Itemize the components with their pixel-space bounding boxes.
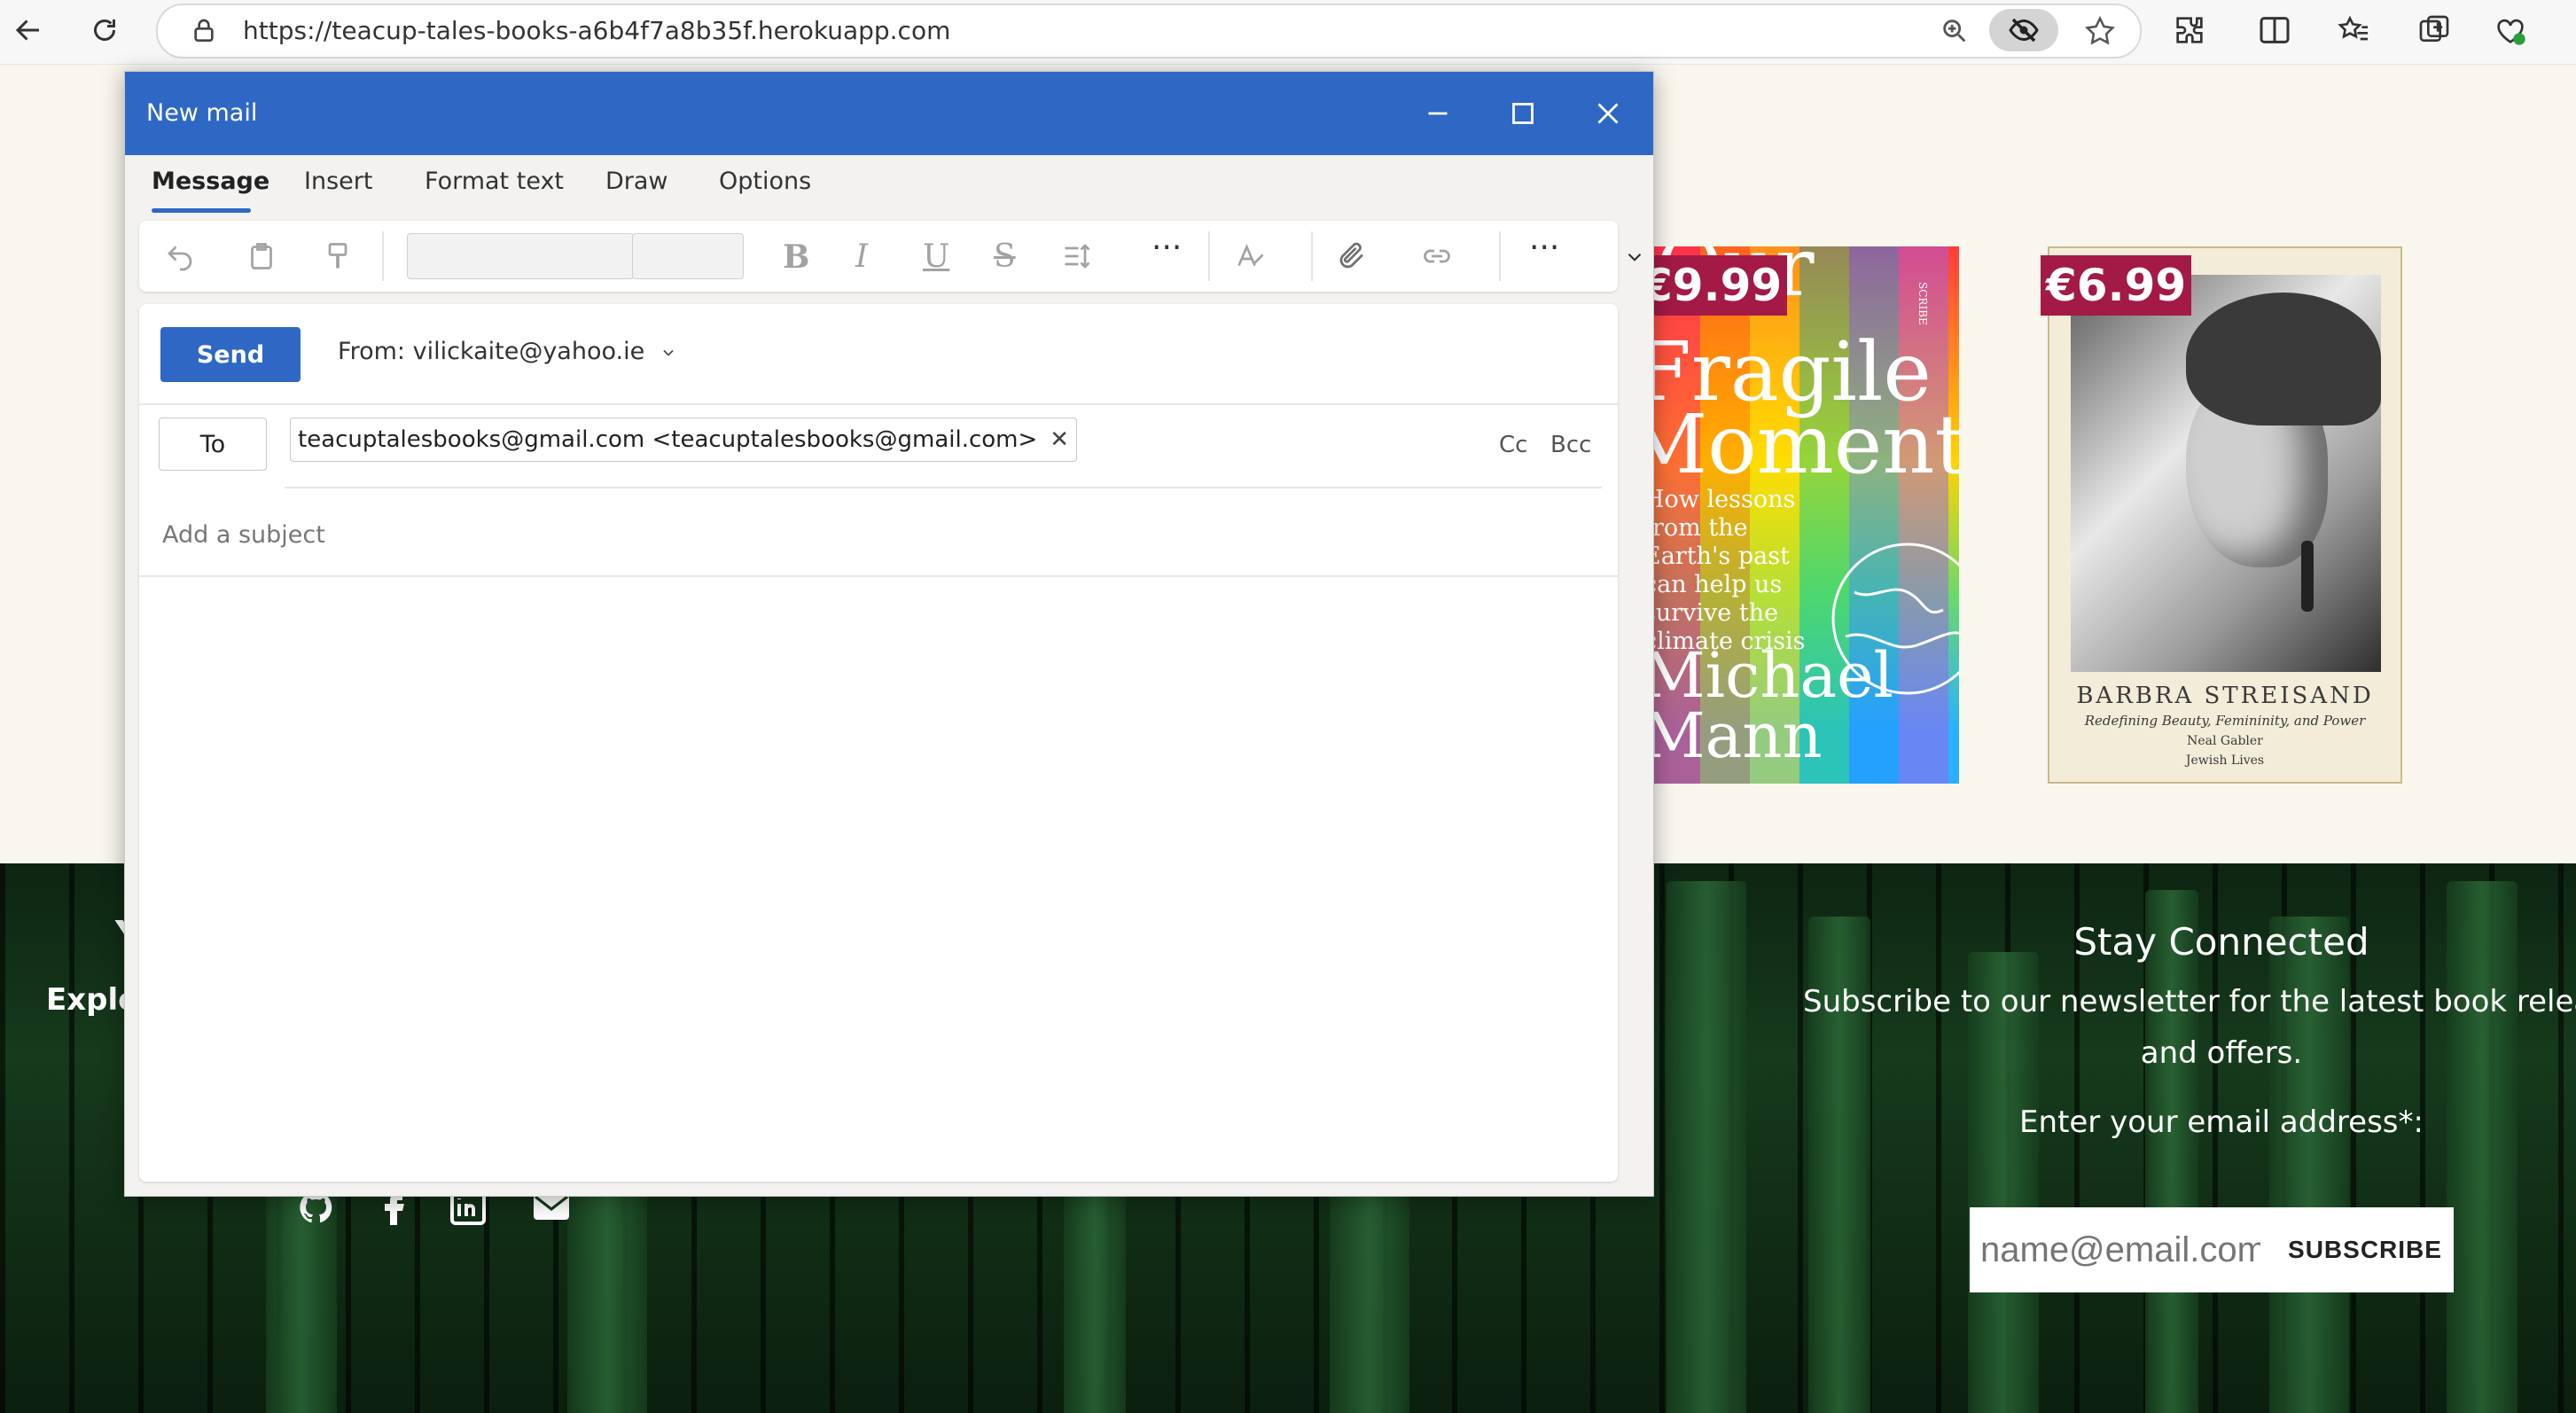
book-title: BARBRA STREISAND — [2076, 683, 2374, 709]
subscribe-button[interactable]: SUBSCRIBE — [2276, 1207, 2454, 1292]
extensions-icon[interactable] — [2172, 12, 2207, 48]
format-painter-icon[interactable] — [322, 240, 354, 272]
book-subtitle: Redefining Beauty, Femininity, and Power — [2084, 713, 2366, 729]
close-icon[interactable] — [1589, 95, 1627, 132]
tab-draw[interactable]: Draw — [605, 168, 668, 195]
attach-icon[interactable] — [1336, 240, 1368, 272]
mail-window-title: New mail — [146, 99, 258, 127]
send-button[interactable]: Send — [160, 327, 301, 382]
back-icon[interactable] — [9, 11, 48, 50]
ribbon-tabs: Message Insert Format text Draw Options — [125, 155, 1653, 217]
more-options-icon[interactable]: ··· — [1151, 230, 1182, 266]
favorites-icon[interactable] — [2337, 12, 2372, 48]
newsletter-email-input[interactable] — [1970, 1207, 2271, 1292]
portrait-image — [2071, 275, 2381, 672]
subject-input[interactable] — [160, 520, 1582, 550]
new-mail-window: New mail Message Insert Format text Draw… — [124, 71, 1654, 1197]
font-size-select[interactable] — [632, 233, 744, 279]
book-title-line: Moment — [1651, 397, 1959, 492]
bold-icon[interactable]: B — [783, 238, 809, 276]
italic-icon[interactable]: I — [855, 238, 868, 275]
book-subtitle: How lessons from the Earth's past can he… — [1651, 486, 1806, 655]
browser-essentials-icon[interactable] — [2493, 12, 2528, 48]
zoom-icon[interactable] — [1940, 16, 1970, 46]
stay-connected-heading: Stay Connected — [2073, 920, 2369, 964]
browser-toolbar: https://teacup-tales-books-a6b4f7a8b35f.… — [0, 0, 2576, 65]
font-family-select[interactable] — [407, 233, 634, 279]
minimize-icon[interactable] — [1419, 95, 1456, 132]
price-badge: €6.99 — [2041, 255, 2192, 316]
tracking-prevention-icon[interactable] — [1989, 9, 2058, 51]
lock-icon[interactable] — [190, 17, 218, 45]
tab-options[interactable]: Options — [719, 168, 811, 195]
from-label: From: — [338, 338, 405, 365]
from-address: vilickaite@yahoo.ie — [412, 338, 645, 365]
recipient-address: teacuptalesbooks@gmail.com <teacuptalesb… — [298, 426, 1038, 453]
tab-insert[interactable]: Insert — [304, 168, 372, 195]
tab-format-text[interactable]: Format text — [425, 168, 564, 195]
underline-icon[interactable]: U — [923, 238, 949, 275]
book-author: Michael Mann — [1651, 639, 1893, 772]
mail-title-bar[interactable]: New mail — [125, 72, 1653, 155]
refresh-icon[interactable] — [85, 11, 124, 50]
address-bar[interactable]: https://teacup-tales-books-a6b4f7a8b35f.… — [156, 4, 2142, 59]
link-icon[interactable] — [1421, 240, 1453, 272]
newsletter-text: and offers. — [2140, 1035, 2303, 1071]
formatting-ribbon: B I U S ··· ··· — [139, 221, 1618, 292]
book-cover-our-fragile-moment[interactable]: Our Fragile Moment How lessons from the … — [1651, 246, 1959, 784]
cc-button[interactable]: Cc — [1499, 432, 1527, 458]
recipient-chip[interactable]: teacuptalesbooks@gmail.com <teacuptalesb… — [290, 418, 1078, 462]
strikethrough-icon[interactable]: S — [994, 238, 1016, 275]
favorite-star-icon[interactable] — [2083, 14, 2117, 48]
price-badge: €9.99 — [1636, 255, 1788, 316]
newsletter-text: Subscribe to our newsletter for the late… — [1803, 984, 2576, 1019]
newsletter-form: SUBSCRIBE — [1970, 1207, 2454, 1292]
editor-icon[interactable] — [1235, 240, 1267, 272]
to-button[interactable]: To — [159, 418, 267, 471]
from-selector[interactable]: From: vilickaite@yahoo.ie — [338, 338, 677, 365]
undo-icon[interactable] — [164, 240, 196, 272]
remove-recipient-icon[interactable]: ✕ — [1050, 426, 1069, 453]
message-body[interactable] — [139, 579, 1618, 1173]
line-spacing-icon[interactable] — [1061, 240, 1093, 272]
publisher-logo: SCRIBE — [1916, 282, 1929, 325]
active-tab-indicator — [152, 208, 251, 213]
expand-ribbon-icon[interactable] — [1623, 246, 1646, 269]
tab-message[interactable]: Message — [152, 168, 269, 195]
split-screen-icon[interactable] — [2257, 12, 2292, 48]
maximize-icon[interactable] — [1504, 95, 1542, 132]
compose-area: Send From: vilickaite@yahoo.ie To teacup… — [139, 304, 1618, 1182]
bcc-button[interactable]: Bcc — [1550, 432, 1591, 458]
paste-icon[interactable] — [246, 240, 277, 272]
chevron-down-icon — [663, 349, 674, 356]
book-series: Jewish Lives — [2185, 753, 2265, 768]
email-label: Enter your email address*: — [2019, 1105, 2424, 1140]
book-cover-barbra-streisand[interactable]: BARBRA STREISAND Redefining Beauty, Femi… — [2048, 246, 2402, 784]
book-author: Neal Gabler — [2187, 734, 2263, 748]
more-actions-icon[interactable]: ··· — [1529, 230, 1559, 266]
globe-illustration-icon — [1831, 543, 1959, 695]
url-text[interactable]: https://teacup-tales-books-a6b4f7a8b35f.… — [243, 5, 950, 57]
collections-icon[interactable] — [2416, 12, 2452, 48]
